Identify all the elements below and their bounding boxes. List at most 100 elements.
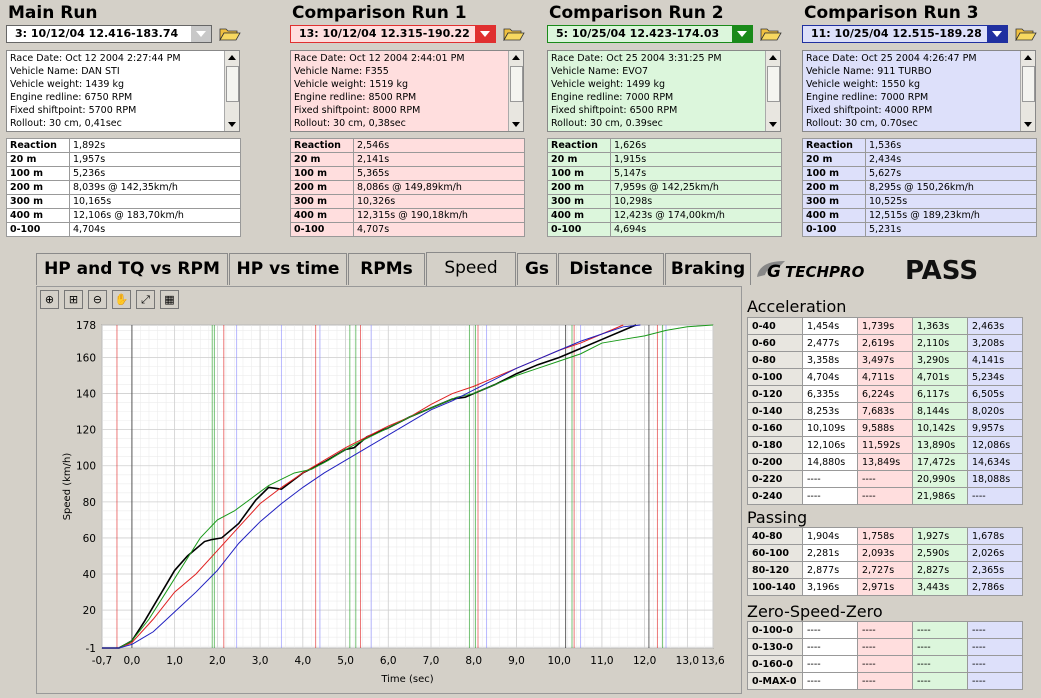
run-1-value: 6,224s — [857, 385, 913, 403]
run-0-value: 1,904s — [802, 527, 858, 545]
time-label: 200 m — [290, 180, 354, 195]
run-selector[interactable]: 11: 10/25/04 12.515-189.28 — [802, 25, 1008, 43]
row-label: 0-180 — [747, 436, 803, 454]
run-2-value: 21,986s — [912, 487, 968, 505]
time-value: 2,434s — [865, 152, 1037, 167]
run-1-value: ---- — [857, 487, 913, 505]
table-row: 200 m 7,959s @ 142,25km/h — [547, 180, 782, 195]
scroll-down-icon[interactable] — [228, 122, 236, 127]
table-row: 0-120 6,335s 6,224s 6,117s 6,505s — [747, 385, 1023, 403]
run-times-table: Reaction 1,626s 20 m 1,915s 100 m 5,147s 200 m… — [547, 138, 782, 237]
chevron-down-icon[interactable] — [191, 26, 211, 42]
scrollbar[interactable] — [224, 51, 239, 131]
scroll-thumb[interactable] — [767, 66, 780, 102]
run-3-value: 2,463s — [967, 317, 1023, 335]
row-label: 0-130-0 — [747, 638, 803, 656]
table-row: 0-40 1,454s 1,739s 1,363s 2,463s — [747, 317, 1023, 335]
scroll-down-icon[interactable] — [769, 122, 777, 127]
x-tick-label: 10,0 — [547, 655, 570, 667]
scroll-up-icon[interactable] — [769, 55, 777, 60]
folder-open-icon[interactable] — [503, 27, 525, 41]
scroll-thumb[interactable] — [226, 66, 239, 102]
tab-rpms[interactable]: RPMs — [348, 253, 425, 285]
fit-icon[interactable]: ⤢ — [136, 290, 155, 309]
tab-hp-and-tq-vs-rpm[interactable]: HP and TQ vs RPM — [36, 253, 228, 285]
time-value: 12,106s @ 183,70km/h — [69, 208, 241, 223]
table-row: 100 m 5,365s — [290, 166, 525, 181]
row-label: 0-40 — [747, 317, 803, 335]
scroll-up-icon[interactable] — [228, 55, 236, 60]
x-tick-label: 11,0 — [590, 655, 613, 667]
run-3-value: ---- — [967, 487, 1023, 505]
table-row: 0-100 5,231s — [802, 222, 1037, 237]
table-row: 300 m 10,298s — [547, 194, 782, 209]
scroll-down-icon[interactable] — [512, 122, 520, 127]
zoom-out-icon[interactable]: ⊖ — [88, 290, 107, 309]
run-info-line: Vehicle weight: 1499 kg — [551, 79, 665, 90]
grid-icon[interactable]: ▦ — [160, 290, 179, 309]
run-2-value: 3,443s — [912, 578, 968, 596]
run-times-table: Reaction 1,536s 20 m 2,434s 100 m 5,627s 200 m… — [802, 138, 1037, 237]
scroll-down-icon[interactable] — [1024, 122, 1032, 127]
scrollbar[interactable] — [765, 51, 780, 131]
run-3-value: 9,957s — [967, 419, 1023, 437]
scroll-thumb[interactable] — [510, 66, 523, 102]
run-info-line: Vehicle Name: F355 — [294, 66, 389, 77]
row-label: 40-80 — [747, 527, 803, 545]
run-2-value: 2,590s — [912, 544, 968, 562]
table-row: 400 m 12,106s @ 183,70km/h — [6, 208, 241, 223]
folder-open-icon[interactable] — [219, 27, 241, 41]
time-value: 10,165s — [69, 194, 241, 209]
folder-open-icon[interactable] — [1015, 27, 1037, 41]
time-value: 1,536s — [865, 138, 1037, 153]
tab-gs[interactable]: Gs — [517, 253, 557, 285]
run-1-value: 2,093s — [857, 544, 913, 562]
row-label: 0-200 — [747, 453, 803, 471]
acceleration-table: 0-40 1,454s 1,739s 1,363s 2,463s 0-60 2,477s 2,… — [747, 317, 1023, 505]
y-tick-label: 178 — [76, 320, 96, 332]
zoom-rect-icon[interactable]: ⊞ — [64, 290, 83, 309]
tab-distance[interactable]: Distance — [558, 253, 664, 285]
run-3-value: 2,026s — [967, 544, 1023, 562]
table-row: 400 m 12,515s @ 189,23km/h — [802, 208, 1037, 223]
scroll-up-icon[interactable] — [512, 55, 520, 60]
zoom-in-icon[interactable]: ⊕ — [40, 290, 59, 309]
scrollbar[interactable] — [508, 51, 523, 131]
scroll-up-icon[interactable] — [1024, 55, 1032, 60]
pan-hand-icon[interactable]: ✋ — [112, 290, 131, 309]
run-2-value: 1,927s — [912, 527, 968, 545]
run-0-value: 2,281s — [802, 544, 858, 562]
scroll-thumb[interactable] — [1022, 66, 1035, 102]
time-value: 2,141s — [353, 152, 525, 167]
time-label: 300 m — [6, 194, 70, 209]
chevron-down-icon[interactable] — [732, 26, 752, 42]
run-3-value: 18,088s — [967, 470, 1023, 488]
tab-hp-vs-time[interactable]: HP vs time — [229, 253, 347, 285]
table-row: Reaction 1,892s — [6, 138, 241, 153]
time-value: 4,707s — [353, 222, 525, 237]
chevron-down-icon[interactable] — [987, 26, 1007, 42]
tab-braking[interactable]: Braking — [665, 253, 751, 285]
run-info-line: Vehicle weight: 1519 kg — [294, 79, 408, 90]
time-label: 100 m — [290, 166, 354, 181]
run-1-value: 1,758s — [857, 527, 913, 545]
folder-open-icon[interactable] — [760, 27, 782, 41]
time-value: 1,892s — [69, 138, 241, 153]
run-selector[interactable]: 5: 10/25/04 12.423-174.03 — [547, 25, 753, 43]
scrollbar[interactable] — [1020, 51, 1035, 131]
run-0-value: ---- — [802, 655, 858, 673]
tab-speed[interactable]: Speed — [426, 252, 516, 286]
time-value: 5,231s — [865, 222, 1037, 237]
table-row: 0-80 3,358s 3,497s 3,290s 4,141s — [747, 351, 1023, 369]
run-selector[interactable]: 13: 10/12/04 12.315-190.22 — [290, 25, 496, 43]
run-selector[interactable]: 3: 10/12/04 12.416-183.74 — [6, 25, 212, 43]
table-row: 200 m 8,039s @ 142,35km/h — [6, 180, 241, 195]
table-row: 0-220 ---- ---- 20,990s 18,088s — [747, 470, 1023, 488]
x-tick-label: 8,0 — [465, 655, 482, 667]
chevron-down-icon[interactable] — [475, 26, 495, 42]
run-2-value: 6,117s — [912, 385, 968, 403]
run-info-line: Race Date: Oct 25 2004 4:26:47 PM — [806, 53, 977, 64]
run-panel-0: Main Run 3: 10/12/04 12.416-183.74 Race Da… — [4, 0, 249, 250]
table-row: 20 m 2,434s — [802, 152, 1037, 167]
run-1-value: ---- — [857, 470, 913, 488]
